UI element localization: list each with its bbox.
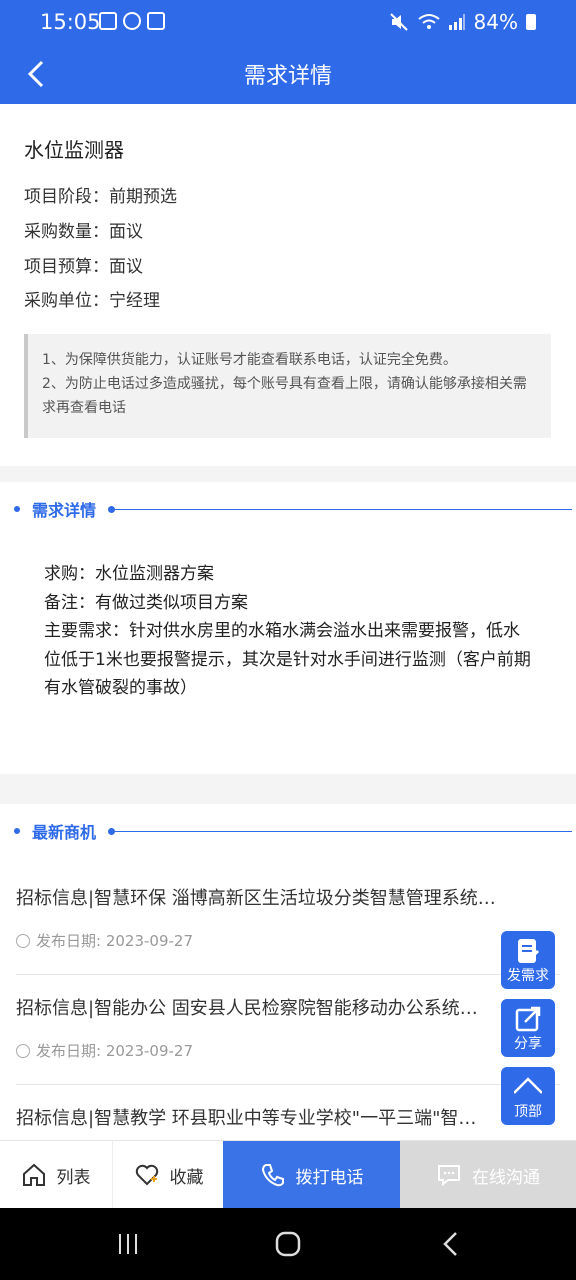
notice-box: 1、为保障供货能力，认证账号才能查看联系电话，认证完全免费。 2、为防止电话过多… xyxy=(24,334,551,438)
info-row-buyer: 采购单位：宁经理 xyxy=(24,291,160,311)
online-chat-button[interactable]: 在线沟通 xyxy=(400,1141,576,1209)
system-navigation-bar xyxy=(0,1208,576,1280)
bullet-dot xyxy=(14,506,20,512)
clock-icon xyxy=(16,1043,30,1058)
online-chat-label: 在线沟通 xyxy=(472,1167,540,1188)
product-info-card: 水位监测器 项目阶段：前期预选 采购数量：面议 项目预算：面议 采购单位：宁经理… xyxy=(0,104,576,466)
list-item[interactable]: 招标信息|智慧环保 淄博高新区生活垃圾分类智慧管理系统… 发布日期: 2023-… xyxy=(16,884,561,951)
detail-line-requirement: 主要需求：针对供水房里的水箱水满会溢水出来需要报警，低水位低于1米也要报警提示，… xyxy=(44,621,531,698)
gallery-icon xyxy=(99,12,117,30)
chat-icon xyxy=(438,1165,460,1187)
list-item-date: 发布日期: 2023-09-27 xyxy=(16,930,561,951)
post-demand-label: 发需求 xyxy=(507,968,549,984)
latest-list: 招标信息|智慧环保 淄博高新区生活垃圾分类智慧管理系统… 发布日期: 2023-… xyxy=(0,860,576,1140)
clock-icon xyxy=(16,933,30,948)
info-row-budget: 项目预算：面议 xyxy=(24,257,143,277)
battery-icon xyxy=(526,14,536,30)
detail-line-purchase: 求购：水位监测器方案 xyxy=(44,564,214,584)
status-right: 84% xyxy=(389,10,536,34)
heart-icon xyxy=(135,1164,158,1186)
notice-line-1: 1、为保障供货能力，认证账号才能查看联系电话，认证完全免费。 xyxy=(42,352,457,368)
share-button[interactable]: 分享 xyxy=(501,999,555,1057)
system-back-icon[interactable] xyxy=(440,1230,460,1258)
latest-section-title: 最新商机 xyxy=(32,823,97,842)
back-to-top-button[interactable]: 顶部 xyxy=(501,1067,555,1125)
share-icon xyxy=(515,1006,541,1032)
detail-body: 求购：水位监测器方案 备注：有做过类似项目方案 主要需求：针对供水房里的水箱水满… xyxy=(0,538,576,774)
list-tab-label: 列表 xyxy=(56,1167,91,1188)
detail-section-title: 需求详情 xyxy=(32,501,97,520)
wifi-icon xyxy=(417,14,440,29)
phone-icon xyxy=(261,1164,284,1187)
list-tab[interactable]: 列表 xyxy=(0,1141,111,1209)
section-line xyxy=(114,831,572,832)
list-item-date: 发布日期: 2023-09-27 xyxy=(16,1040,561,1061)
list-item[interactable]: 招标信息|智能办公 固安县人民检察院智能移动办公系统… 发布日期: 2023-0… xyxy=(16,994,561,1061)
list-item-date-text: 发布日期: 2023-09-27 xyxy=(36,932,193,950)
latest-section-header: 最新商机 xyxy=(0,804,576,860)
detail-section-header: 需求详情 xyxy=(0,482,576,538)
product-title: 水位监测器 xyxy=(24,138,124,162)
battery-level: 84% xyxy=(473,10,518,34)
post-demand-button[interactable]: 发需求 xyxy=(501,931,555,989)
mute-icon xyxy=(389,13,408,31)
status-time: 15:05 xyxy=(40,10,101,34)
notice-line-2: 2、为防止电话过多造成骚扰，每个账号具有查看上限，请确认能够承接相关需求再查看电… xyxy=(42,376,527,416)
list-item-title[interactable]: 招标信息|智慧环保 淄博高新区生活垃圾分类智慧管理系统… xyxy=(16,884,546,910)
home-icon xyxy=(22,1163,45,1186)
back-to-top-label: 顶部 xyxy=(514,1104,542,1120)
cloud-icon xyxy=(123,12,141,30)
page-title: 需求详情 xyxy=(243,64,332,89)
detail-line-remark: 备注：有做过类似项目方案 xyxy=(44,592,248,613)
chevron-up-icon xyxy=(514,1077,542,1094)
divider xyxy=(16,974,560,975)
share-label: 分享 xyxy=(514,1036,542,1052)
favorite-tab-label: 收藏 xyxy=(169,1167,204,1188)
list-item[interactable]: 招标信息|智慧教学 环县职业中等专业学校"一平三端"智… xyxy=(16,1104,561,1130)
detail-text: 求购：水位监测器方案 备注：有做过类似项目方案 主要需求：针对供水房里的水箱水满… xyxy=(44,560,534,703)
info-row-stage: 项目阶段：前期预选 xyxy=(24,187,177,207)
list-item-date-text: 发布日期: 2023-09-27 xyxy=(36,1042,193,1060)
bullet-dot xyxy=(14,828,20,834)
status-bar: 15:05 84% xyxy=(0,0,576,46)
signal-icon xyxy=(448,14,465,30)
call-button-label: 拨打电话 xyxy=(295,1167,364,1188)
notification-icons xyxy=(99,12,165,30)
home-button-icon[interactable] xyxy=(274,1230,302,1258)
bottom-action-bar: 列表 收藏 拨打电话 在线沟通 xyxy=(0,1140,576,1209)
favorite-tab[interactable]: 收藏 xyxy=(112,1141,224,1209)
document-edit-icon xyxy=(518,939,540,963)
call-button[interactable]: 拨打电话 xyxy=(223,1141,400,1209)
list-item-title[interactable]: 招标信息|智能办公 固安县人民检察院智能移动办公系统… xyxy=(16,994,546,1020)
info-row-quantity: 采购数量：面议 xyxy=(24,222,143,242)
recent-apps-icon[interactable] xyxy=(116,1232,140,1256)
divider xyxy=(16,1084,560,1085)
list-item-title[interactable]: 招标信息|智慧教学 环县职业中等专业学校"一平三端"智… xyxy=(16,1104,546,1130)
checkbox-icon xyxy=(147,12,165,30)
nav-bar: 需求详情 xyxy=(0,46,576,104)
section-line xyxy=(114,509,572,510)
